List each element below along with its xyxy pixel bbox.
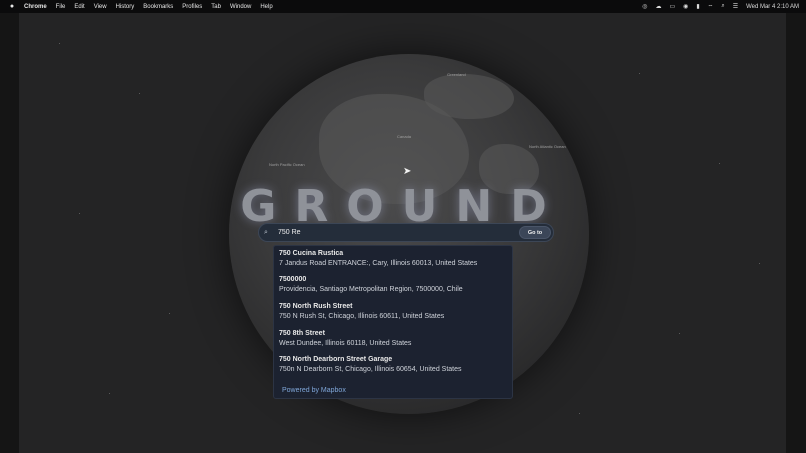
menu-view[interactable]: View bbox=[94, 4, 107, 10]
landmass bbox=[424, 74, 514, 119]
clock[interactable]: Wed Mar 4 2:10 AM bbox=[746, 4, 799, 10]
map-label: Greenland bbox=[447, 72, 466, 77]
powered-by-link[interactable]: Powered by Mapbox bbox=[282, 387, 346, 394]
menu-tab[interactable]: Tab bbox=[211, 4, 221, 10]
star bbox=[579, 413, 580, 414]
go-to-button[interactable]: Go to bbox=[519, 226, 551, 239]
search-results-dropdown: 750 Cucina Rustica 7 Jandus Road ENTRANC… bbox=[273, 245, 513, 399]
map-label: North Atlantic Ocean bbox=[529, 144, 566, 149]
result-item[interactable]: 750 8th Street West Dundee, Illinois 601… bbox=[274, 326, 512, 352]
cloud-icon[interactable]: ☁ bbox=[655, 3, 661, 10]
menu-help[interactable]: Help bbox=[260, 4, 272, 10]
app-window: North Pacific Ocean Canada Greenland Nor… bbox=[19, 13, 786, 453]
result-address: 750n N Dearborn St, Chicago, Illinois 60… bbox=[279, 366, 462, 373]
control-center-icon[interactable]: ☰ bbox=[733, 3, 738, 10]
result-title: 750 Cucina Rustica bbox=[279, 250, 344, 257]
screen-icon[interactable]: ▭ bbox=[669, 3, 675, 10]
menu-chrome[interactable]: Chrome bbox=[24, 4, 47, 10]
result-title: 7500000 bbox=[279, 276, 307, 283]
map-label: North Pacific Ocean bbox=[269, 162, 305, 167]
map-label: Canada bbox=[397, 134, 412, 139]
apple-icon[interactable]: ● bbox=[8, 3, 16, 10]
result-title: 750 North Dearborn Street Garage bbox=[279, 356, 393, 363]
result-item[interactable]: 7500000 Providencia, Santiago Metropolit… bbox=[274, 272, 512, 298]
menu-file[interactable]: File bbox=[56, 4, 66, 10]
star bbox=[109, 393, 110, 394]
star bbox=[639, 73, 640, 74]
result-title: 750 North Rush Street bbox=[279, 303, 353, 310]
search-bar: ⌕ Go to bbox=[258, 223, 554, 242]
menu-bar: ● Chrome File Edit View History Bookmark… bbox=[0, 0, 806, 13]
battery-icon[interactable]: ▮ bbox=[696, 3, 699, 10]
result-item[interactable]: 750 Cucina Rustica 7 Jandus Road ENTRANC… bbox=[274, 246, 512, 272]
record-icon[interactable]: ◉ bbox=[683, 3, 688, 10]
result-item[interactable]: 750 North Dearborn Street Garage 750n N … bbox=[274, 352, 512, 378]
result-address: Providencia, Santiago Metropolitan Regio… bbox=[279, 286, 463, 293]
status-area: ◎ ☁ ▭ ◉ ▮ ⌔ ⌕ ☰ Wed Mar 4 2:10 AM bbox=[642, 0, 799, 13]
result-address: West Dundee, Illinois 60118, United Stat… bbox=[279, 340, 412, 347]
mouse-cursor-icon: ➤ bbox=[403, 166, 412, 177]
star bbox=[679, 333, 680, 334]
menu-bookmarks[interactable]: Bookmarks bbox=[143, 4, 173, 10]
result-address: 7 Jandus Road ENTRANCE:, Cary, Illinois … bbox=[279, 260, 478, 267]
menu-profiles[interactable]: Profiles bbox=[182, 4, 202, 10]
result-title: 750 8th Street bbox=[279, 330, 325, 337]
search-icon: ⌕ bbox=[264, 228, 268, 236]
result-address: 750 N Rush St, Chicago, Illinois 60611, … bbox=[279, 313, 445, 320]
search-input[interactable] bbox=[278, 229, 553, 236]
result-item[interactable]: 750 North Rush Street 750 N Rush St, Chi… bbox=[274, 299, 512, 325]
menu-history[interactable]: History bbox=[116, 4, 135, 10]
menu-edit[interactable]: Edit bbox=[74, 4, 84, 10]
wifi-icon[interactable]: ⌔ bbox=[708, 3, 714, 11]
star bbox=[59, 43, 60, 44]
star bbox=[719, 163, 720, 164]
star bbox=[139, 93, 140, 94]
menu-window[interactable]: Window bbox=[230, 4, 251, 10]
star bbox=[169, 313, 170, 314]
search-icon[interactable]: ⌕ bbox=[721, 3, 724, 10]
vpn-icon[interactable]: ◎ bbox=[642, 3, 647, 10]
